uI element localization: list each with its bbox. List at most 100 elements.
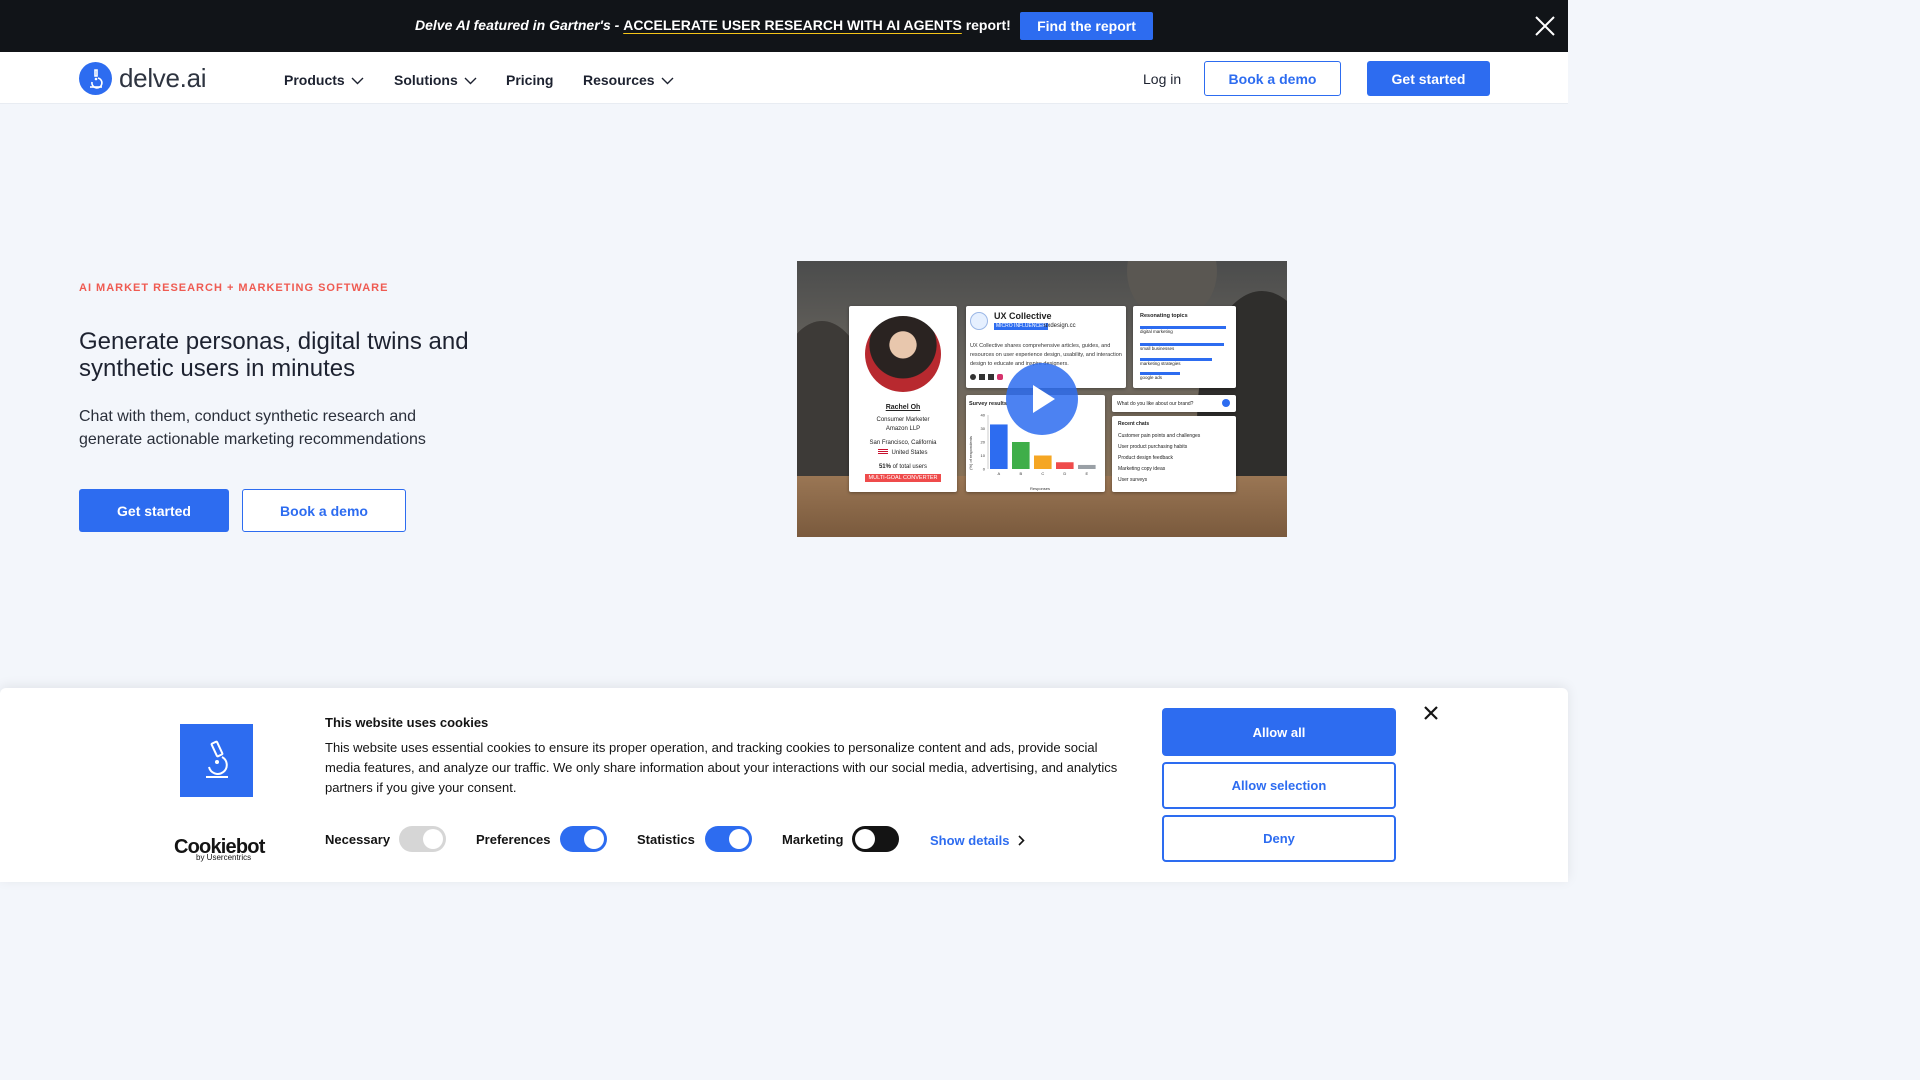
banner-suffix: report! bbox=[961, 17, 1011, 33]
recent-chat-item: User product purchasing habits bbox=[1118, 444, 1188, 450]
facebook-icon bbox=[988, 374, 994, 380]
deny-button[interactable]: Deny bbox=[1162, 815, 1396, 862]
nav-products[interactable]: Products bbox=[284, 72, 364, 88]
chevron-down-icon bbox=[464, 77, 477, 84]
survey-x-tick: C bbox=[1041, 471, 1044, 476]
hero-eyebrow: AI MARKET RESEARCH + MARKETING SOFTWARE bbox=[79, 282, 389, 294]
recent-chats-title: Recent chats bbox=[1118, 421, 1150, 427]
persona-country-label: United States bbox=[891, 450, 928, 456]
persona-avatar bbox=[865, 316, 941, 392]
persona-company: Amazon LLP bbox=[885, 426, 921, 432]
logo[interactable]: delve.ai bbox=[79, 62, 207, 95]
toggle-label-preferences: Preferences bbox=[476, 832, 551, 847]
influencer-logo bbox=[970, 312, 988, 330]
influencer-domain: uxdesign.cc bbox=[1044, 323, 1076, 329]
us-flag-icon bbox=[878, 449, 889, 456]
chevron-right-icon bbox=[1018, 835, 1026, 846]
survey-y-tick: 20 bbox=[981, 440, 986, 445]
toggle-necessary bbox=[399, 826, 446, 852]
show-details-link[interactable]: Show details bbox=[930, 833, 1026, 848]
login-link[interactable]: Log in bbox=[1143, 71, 1181, 87]
announcement-banner: Delve AI featured in Gartner's - ACCELER… bbox=[0, 0, 1568, 52]
persona-share-value: 51% bbox=[878, 464, 891, 470]
cookie-body: This website uses essential cookies to e… bbox=[325, 740, 1118, 795]
toggle-label-marketing: Marketing bbox=[782, 832, 844, 847]
survey-x-tick: A bbox=[997, 471, 1000, 476]
toggle-label-statistics: Statistics bbox=[637, 832, 695, 847]
nav-resources-label: Resources bbox=[583, 72, 655, 88]
persona-share-text: of total users bbox=[890, 464, 928, 470]
play-icon[interactable] bbox=[1006, 363, 1078, 435]
toggle-statistics[interactable] bbox=[705, 826, 752, 852]
nav-solutions-label: Solutions bbox=[394, 72, 458, 88]
cookie-consent-dialog: Cookiebot by Usercentrics This website u… bbox=[0, 688, 1568, 882]
survey-y-axis-label: (%) of respondents bbox=[968, 436, 973, 470]
survey-bar bbox=[1034, 455, 1052, 469]
allow-all-button[interactable]: Allow all bbox=[1162, 708, 1396, 756]
product-video[interactable]: Rachel Oh Consumer Marketer Amazon LLP S… bbox=[797, 261, 1287, 537]
globe-icon bbox=[970, 374, 976, 380]
survey-y-tick: 10 bbox=[981, 453, 986, 458]
persona-country: United States bbox=[849, 449, 957, 457]
toggle-preferences[interactable] bbox=[560, 826, 607, 852]
survey-bar bbox=[1012, 442, 1030, 469]
recent-chat-item: Customer pain points and challenges bbox=[1118, 433, 1201, 439]
topic-label: google ads bbox=[1140, 375, 1163, 380]
microscope-icon bbox=[79, 62, 112, 95]
nav-pricing[interactable]: Pricing bbox=[506, 72, 553, 88]
survey-title: Survey results bbox=[969, 401, 1007, 407]
survey-bar bbox=[1078, 464, 1096, 469]
show-details-label: Show details bbox=[930, 833, 1010, 848]
nav-book-demo-button[interactable]: Book a demo bbox=[1204, 61, 1341, 96]
close-icon[interactable] bbox=[1534, 15, 1556, 37]
survey-x-tick: D bbox=[1063, 471, 1066, 476]
chevron-down-icon bbox=[351, 77, 364, 84]
topic-label: digital marketing bbox=[1140, 329, 1173, 334]
topic-label: marketing strategies bbox=[1140, 361, 1181, 366]
toggle-marketing[interactable] bbox=[852, 826, 899, 852]
chevron-down-icon bbox=[661, 77, 674, 84]
nav-get-started-button[interactable]: Get started bbox=[1367, 61, 1490, 96]
cookiebot-logo-icon bbox=[180, 724, 253, 797]
influencer-tag: MICRO INFLUENCER bbox=[994, 323, 1049, 330]
banner-report-link[interactable]: ACCELERATE USER RESEARCH WITH AI AGENTS bbox=[623, 17, 962, 33]
survey-x-tick: E bbox=[1085, 471, 1088, 476]
hero-subhead: Chat with them, conduct synthetic resear… bbox=[79, 408, 426, 448]
send-icon bbox=[1222, 399, 1230, 407]
persona-role: Consumer Marketer bbox=[876, 417, 930, 423]
hero-book-demo-button[interactable]: Book a demo bbox=[242, 489, 406, 532]
instagram-icon bbox=[997, 374, 1003, 380]
influencer-title: UX Collective bbox=[994, 311, 1052, 321]
topics-card: Resonating topics digital marketing smal… bbox=[1133, 306, 1236, 388]
persona-name: Rachel Oh bbox=[885, 404, 921, 411]
persona-share: 51% of total users bbox=[849, 463, 957, 471]
banner-prefix: Delve AI featured in Gartner's - bbox=[415, 17, 624, 33]
cookiebot-brand-sub: by Usercentrics bbox=[196, 853, 252, 862]
survey-bar bbox=[990, 424, 1008, 469]
banner-text: Delve AI featured in Gartner's - ACCELER… bbox=[415, 17, 1011, 33]
hero-headline: Generate personas, digital twins and syn… bbox=[79, 328, 469, 382]
persona-card: Rachel Oh Consumer Marketer Amazon LLP S… bbox=[849, 306, 957, 492]
toggle-label-necessary: Necessary bbox=[325, 832, 391, 847]
nav-resources[interactable]: Resources bbox=[583, 72, 674, 88]
survey-bar bbox=[1056, 462, 1074, 469]
cookie-title: This website uses cookies bbox=[325, 715, 489, 730]
find-report-button[interactable]: Find the report bbox=[1020, 12, 1153, 40]
close-icon[interactable] bbox=[1424, 706, 1438, 720]
survey-x-tick: B bbox=[1019, 471, 1022, 476]
survey-y-tick: 40 bbox=[981, 413, 986, 418]
social-icons bbox=[970, 374, 1003, 380]
allow-selection-button[interactable]: Allow selection bbox=[1162, 762, 1396, 809]
survey-y-tick: 30 bbox=[981, 426, 986, 431]
recent-chats-card: Recent chats Customer pain points and ch… bbox=[1112, 416, 1236, 492]
nav-solutions[interactable]: Solutions bbox=[394, 72, 477, 88]
hero-get-started-button[interactable]: Get started bbox=[79, 489, 229, 532]
persona-badge: MULTI-GOAL CONVERTER bbox=[865, 474, 941, 482]
survey-x-axis-label: Responses bbox=[1030, 486, 1050, 491]
survey-y-tick: 0 bbox=[983, 467, 986, 472]
topic-label: small businesses bbox=[1140, 346, 1175, 351]
topics-title: Resonating topics bbox=[1140, 313, 1188, 319]
main-nav: delve.ai Products Solutions Pricing Reso… bbox=[0, 52, 1568, 104]
nav-pricing-label: Pricing bbox=[506, 72, 554, 88]
x-icon bbox=[979, 374, 985, 380]
